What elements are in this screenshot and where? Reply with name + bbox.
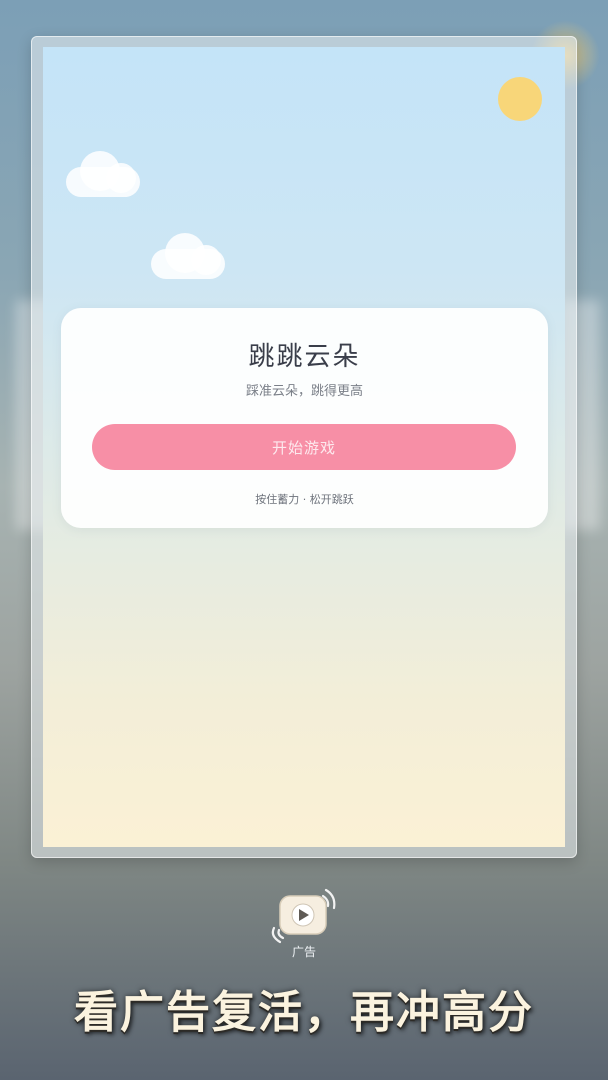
start-menu-card: 跳跳云朵 踩准云朵，跳得更高 开始游戏 按住蓄力 · 松开跳跃 xyxy=(61,308,548,528)
cloud-icon xyxy=(151,233,225,281)
start-game-button[interactable]: 开始游戏 xyxy=(92,424,516,470)
game-title: 跳跳云朵 xyxy=(248,342,361,372)
ad-label: 广告 xyxy=(291,945,316,959)
cloud-icon xyxy=(66,151,140,197)
game-subtitle: 踩准云朵，跳得更高 xyxy=(245,384,363,399)
video-play-icon[interactable] xyxy=(266,884,342,946)
controls-hint: 按住蓄力 · 松开跳跃 xyxy=(255,493,354,506)
promo-headline: 看广告复活，再冲高分 xyxy=(74,987,534,1038)
sun-icon xyxy=(498,77,542,121)
